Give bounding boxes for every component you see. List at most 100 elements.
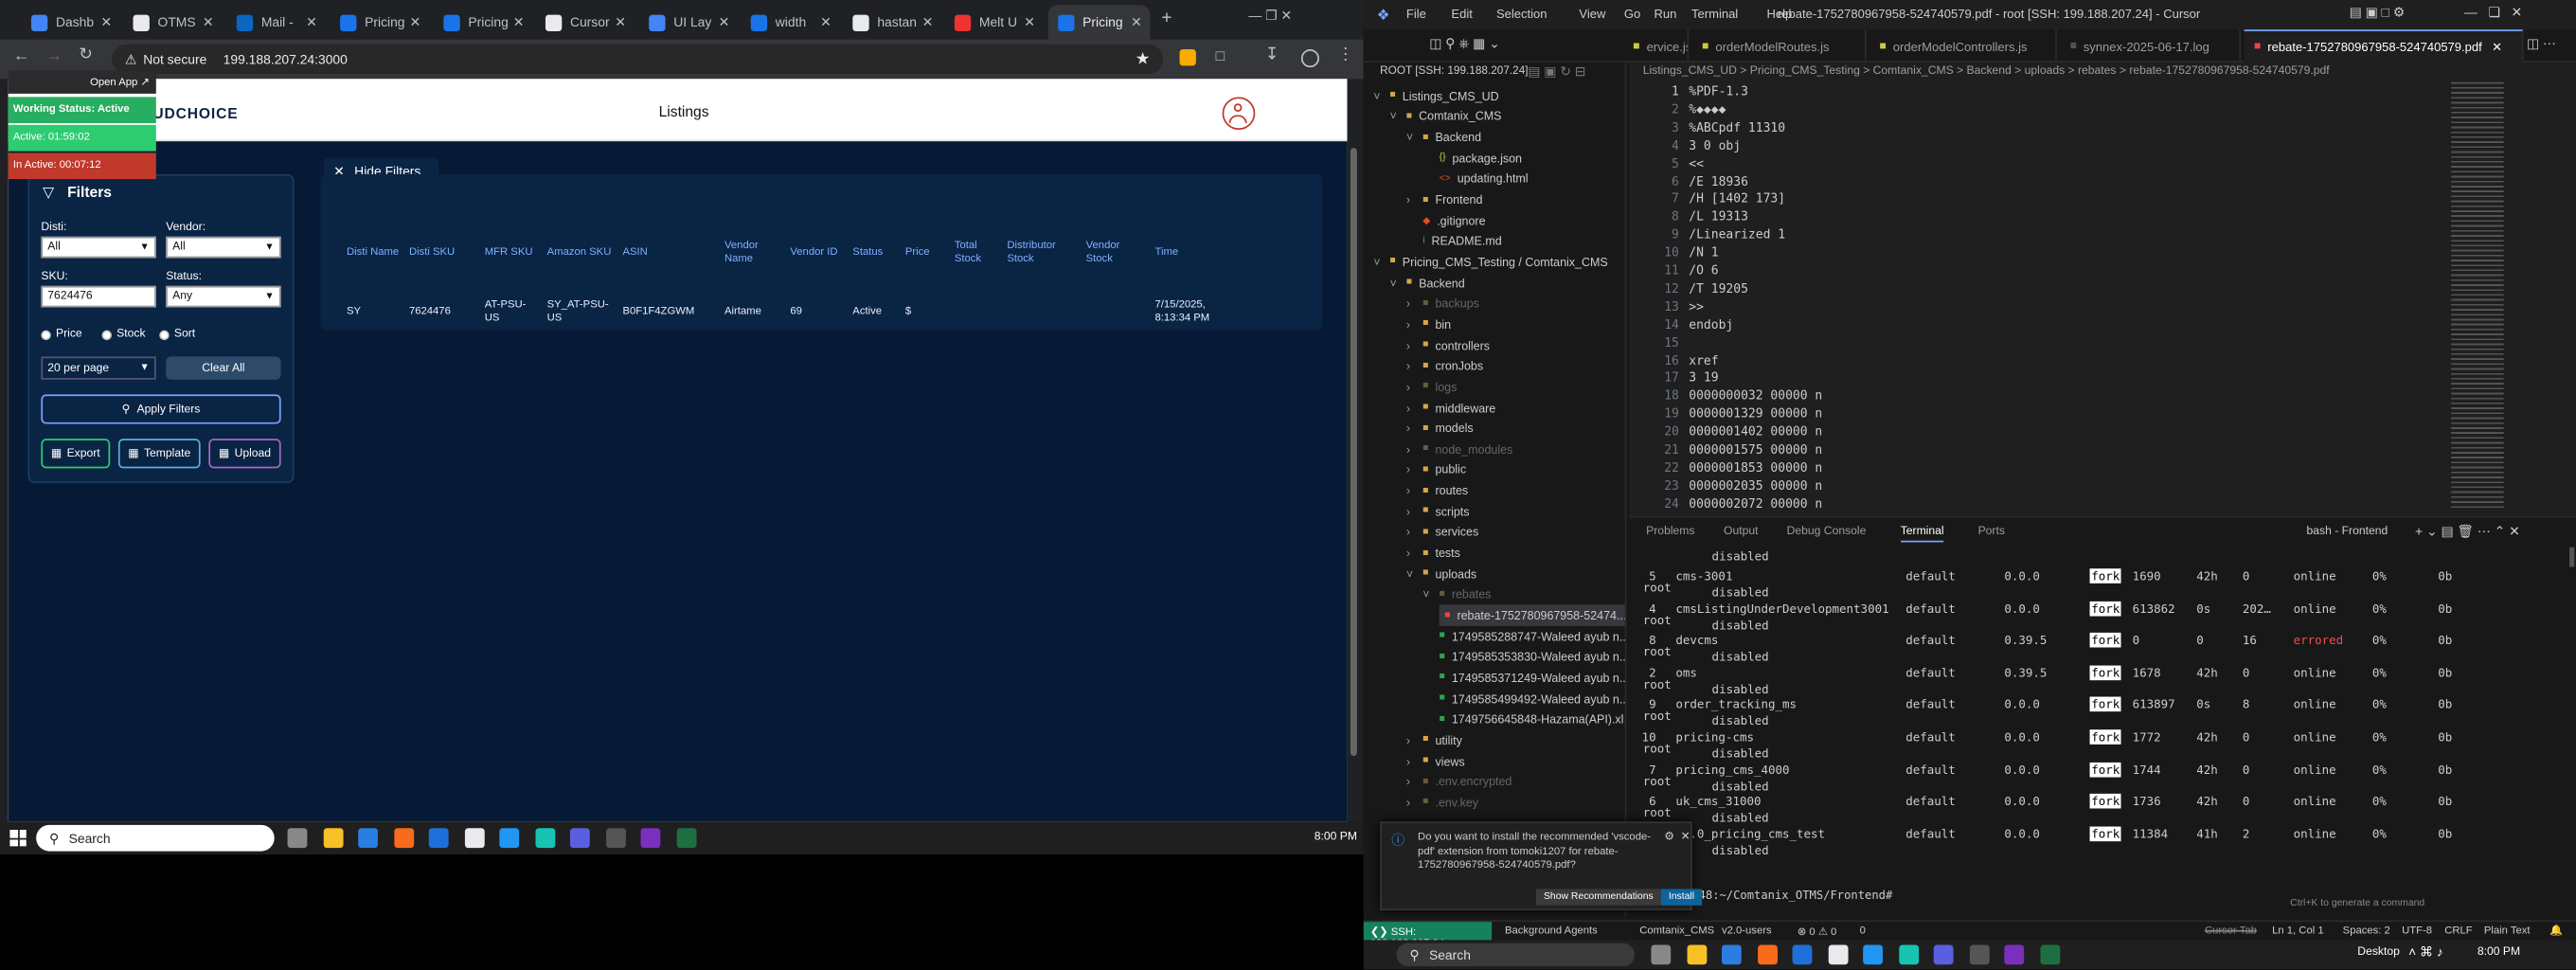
stock-radio[interactable] (101, 330, 112, 341)
forward-icon[interactable]: → (46, 47, 63, 65)
taskbar-app-icon[interactable] (1792, 944, 1813, 965)
taskbar-app-icon[interactable] (393, 828, 414, 849)
editor-tab[interactable]: ■ orderModelControllers.js (1869, 29, 2057, 63)
encoding-status[interactable]: UTF-8 (2402, 925, 2432, 937)
tree-item[interactable]: ■ 1749585499492-Waleed ayub n... (1422, 689, 1625, 710)
browser-tab[interactable]: Pricing ✕ (434, 5, 532, 39)
process-row[interactable]: root 2 oms default 0.39.5 fork 1678 42h 0 online 0… (1630, 660, 2567, 696)
tree-item[interactable]: › ■ middleware (1406, 397, 1495, 418)
tree-item[interactable]: ■ 1749585353830-Waleed ayub n... (1422, 647, 1625, 668)
panel-actions-icons[interactable]: + ⌄ ▤ 🗑 ⋯ ⌃ ✕ (2415, 524, 2520, 539)
tree-item[interactable]: › ■ cronJobs (1406, 355, 1483, 376)
editor-pane[interactable]: Listings_CMS_UD > Pricing_CMS_Testing > … (1629, 62, 2576, 516)
tree-item[interactable]: ■ 1749585371249-Waleed ayub n... (1422, 668, 1625, 689)
tree-item[interactable]: ˅ ■ Listings_CMS_UD (1373, 85, 1498, 106)
process-row[interactable]: root 4 cmsListingUnderDevelopment3001 defau… (1630, 596, 2567, 632)
minimap[interactable] (2451, 81, 2504, 510)
column-header[interactable]: Amazon SKU (544, 240, 619, 282)
tree-item[interactable]: › ■ bin (1406, 314, 1451, 335)
taskbar-app-icon[interactable] (534, 828, 555, 849)
tree-item[interactable]: ■ rebate-1752780967958-52474... (1439, 604, 1625, 626)
editor-tab[interactable]: ■ rebate-1752780967958-524740579.pdf ✕ (2244, 29, 2524, 63)
close-icon[interactable]: ✕ (306, 15, 317, 30)
taskbar-app-icon[interactable] (1721, 944, 1742, 965)
terminal-scrollbar[interactable] (2569, 547, 2575, 567)
taskbar-app-icon[interactable] (358, 828, 378, 849)
browser-tab[interactable]: width ✕ (741, 5, 839, 39)
browser-tab[interactable]: Dashb ✕ (22, 5, 120, 39)
tree-item[interactable]: › ■ routes (1406, 480, 1468, 501)
per-page-select[interactable]: 20 per page ▼ (41, 356, 156, 380)
menu-item[interactable]: File (1406, 7, 1426, 22)
users-status[interactable]: v2.0-users (1722, 925, 1772, 937)
ssh-status[interactable]: ❮❯ SSH: 199.188.207.24 (1363, 922, 1493, 950)
tree-item[interactable]: › ■ scripts (1406, 501, 1470, 522)
indent-status[interactable]: Spaces: 2 (2343, 925, 2390, 937)
window-controls[interactable]: — ❐ ✕ (1248, 9, 1292, 24)
reload-icon[interactable]: ↻ (79, 46, 93, 64)
tree-item[interactable]: › ■ controllers (1406, 335, 1490, 356)
taskbar-app-icon[interactable] (2039, 944, 2060, 965)
export-button[interactable]: ▦ Export (41, 439, 111, 469)
system-tray-icons[interactable]: ˄ ⌘ ♪ (2408, 944, 2443, 960)
tree-item[interactable]: ˅ ■ rebates (1422, 584, 1491, 605)
column-header[interactable]: Distributor Stock (1004, 240, 1082, 282)
close-icon[interactable]: ✕ (100, 15, 112, 30)
tree-item[interactable]: › ■ models (1406, 418, 1474, 439)
tree-item[interactable]: <> updating.html (1422, 169, 1529, 189)
process-row[interactable]: root 5 cms-3001 default 0.0.0 fork 1690 42h 0 onl… (1630, 564, 2567, 600)
menu-item[interactable]: Terminal (1691, 7, 1738, 22)
desktop-label[interactable]: Desktop (2357, 946, 2400, 958)
tree-item[interactable]: › ■ public (1406, 459, 1466, 480)
browser-tab[interactable]: hastan ✕ (843, 5, 941, 39)
tree-item[interactable]: ◆ .gitignore (1406, 210, 1485, 231)
show-recommendations-button[interactable]: Show Recommendations (1535, 889, 1661, 906)
browser-tab[interactable]: Melt U ✕ (944, 5, 1043, 39)
process-row[interactable]: root 6 uk_cms_31000 default 0.0.0 fork 1736 42h… (1630, 789, 2567, 825)
panel-tab[interactable]: Output (1724, 526, 1758, 537)
browser-tab[interactable]: Mail - ✕ (226, 5, 325, 39)
ports-status[interactable]: 0 (1860, 925, 1866, 937)
menu-icon[interactable]: ⋮ (1337, 46, 1353, 64)
star-icon[interactable]: ★ (1136, 50, 1151, 68)
taskbar-app-icon[interactable] (1757, 944, 1778, 965)
apply-filters-button[interactable]: ⚲ Apply Filters (41, 394, 281, 424)
tree-item[interactable]: ˅ ■ Pricing_CMS_Testing / Comtanix_CMS (1373, 252, 1607, 273)
sort-radio[interactable] (159, 330, 170, 341)
taskbar-app-icon[interactable] (1863, 944, 1883, 965)
address-bar[interactable]: ⚠ Not secure 199.188.207.24:3000 ★ (111, 44, 1164, 75)
editor-tab[interactable]: ■ ervice.js (1623, 29, 1690, 63)
column-header[interactable]: Vendor ID (787, 240, 850, 282)
split-editor-icon[interactable]: ◫ ⋯ (2527, 36, 2556, 51)
close-icon[interactable]: ✕ (409, 15, 420, 30)
upload-button[interactable]: ▦ Upload (208, 439, 281, 469)
profile-icon[interactable] (1300, 49, 1319, 68)
status-select[interactable]: Any ▼ (166, 285, 281, 308)
taskbar-app-icon[interactable] (322, 828, 343, 849)
taskbar-app-icon[interactable] (1827, 944, 1848, 965)
branch-status[interactable]: Comtanix_CMS (1639, 925, 1714, 937)
tree-item[interactable]: ˅ ■ Backend (1390, 273, 1465, 294)
tree-item[interactable]: {} package.json (1422, 148, 1522, 169)
taskbar-search[interactable]: ⚲ Search (36, 824, 275, 852)
taskbar-app-icon[interactable] (464, 828, 484, 849)
column-header[interactable]: Time (1152, 240, 1234, 282)
explorer-toolbar-icons[interactable]: ◫ ⚲ ⎈ ▦ ⌄ (1429, 36, 1500, 52)
tree-item[interactable]: ■ 1749585288747-Waleed ayub n... (1422, 626, 1625, 647)
tree-item[interactable]: ˅ ■ Backend (1406, 127, 1481, 148)
process-row[interactable]: root 8 devcms default 0.39.5 fork 0 0 16 errored 0… (1630, 628, 2567, 664)
close-icon[interactable]: ✕ (2492, 40, 2502, 55)
tree-item[interactable]: › ■ utility (1406, 729, 1462, 750)
browser-tab[interactable]: UI Lay ✕ (639, 5, 738, 39)
column-header[interactable]: Price (902, 240, 951, 282)
close-icon[interactable]: ✕ (719, 15, 730, 30)
price-radio[interactable] (41, 330, 51, 341)
explorer-actions-icon[interactable]: ▤ ▣ ↻ ⊟ (1528, 64, 1585, 80)
cursor-position[interactable]: Ln 1, Col 1 (2272, 925, 2324, 937)
column-header[interactable]: ASIN (619, 240, 722, 282)
close-icon[interactable]: ✕ (1681, 830, 1690, 843)
taskbar-app-icon[interactable] (287, 828, 308, 849)
problems-status[interactable]: ⊗ 0 ⚠ 0 (1798, 925, 1836, 938)
close-icon[interactable]: ✕ (1024, 15, 1035, 30)
template-button[interactable]: ▦ Template (117, 439, 201, 469)
